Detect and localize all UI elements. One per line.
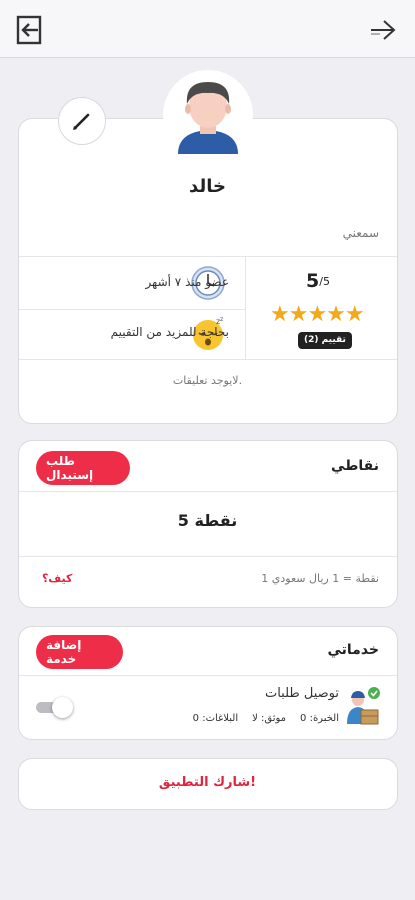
service-meta: الخبرة: 0 موثق: لا البلاغات: 0 bbox=[193, 713, 339, 724]
forward-arrow-icon bbox=[371, 20, 396, 40]
svg-text:z: z bbox=[220, 316, 223, 323]
logout-button[interactable] bbox=[12, 12, 48, 48]
how-link[interactable]: كيف؟ bbox=[42, 572, 72, 585]
divider bbox=[19, 309, 245, 310]
points-value: 5 نقطة bbox=[177, 511, 238, 530]
points-title: نقاطي bbox=[331, 458, 379, 474]
divider bbox=[19, 359, 397, 360]
add-service-button[interactable]: إضافة خدمة bbox=[36, 635, 123, 669]
user-avatar-icon bbox=[178, 82, 238, 154]
no-comments-text: لايوجد تعليقات. bbox=[172, 374, 243, 387]
needs-rating: بحاجة للمزيد من التقييم bbox=[110, 325, 229, 339]
logout-icon bbox=[16, 15, 42, 45]
profile-name: خالد bbox=[189, 176, 226, 197]
redeem-button[interactable]: طلب إستبدال bbox=[36, 451, 130, 485]
service-toggle[interactable] bbox=[36, 697, 74, 718]
divider bbox=[19, 256, 397, 257]
divider bbox=[245, 257, 246, 359]
delivery-person-icon bbox=[347, 687, 380, 725]
pencil-icon bbox=[73, 113, 90, 130]
rating-stars: ★★★★★ bbox=[270, 302, 365, 327]
service-reports: البلاغات: 0 bbox=[192, 713, 239, 724]
divider bbox=[19, 675, 397, 676]
edit-profile-button[interactable] bbox=[58, 97, 106, 145]
toggle-knob bbox=[52, 697, 73, 718]
service-verified: موثق: لا bbox=[252, 713, 287, 724]
share-app-label: شارك التطبيق! bbox=[158, 775, 257, 790]
service-name: توصيل طلبات bbox=[264, 686, 339, 701]
points-rate: 1 نقطة = 1 ريال سعودي bbox=[261, 572, 379, 585]
forward-button[interactable] bbox=[365, 12, 401, 48]
services-title: خدماتي bbox=[327, 642, 379, 658]
member-since: عضو منذ ٧ أشهر bbox=[145, 275, 229, 289]
avatar bbox=[163, 70, 253, 160]
top-bar bbox=[0, 0, 415, 58]
divider bbox=[19, 556, 397, 557]
profile-city: سمعني bbox=[342, 226, 379, 240]
divider bbox=[19, 491, 397, 492]
rating-count-badge: (2) تقييم bbox=[298, 332, 352, 349]
rating-value: 5/5 bbox=[306, 270, 330, 292]
service-experience: الخبرة: 0 bbox=[300, 713, 339, 724]
